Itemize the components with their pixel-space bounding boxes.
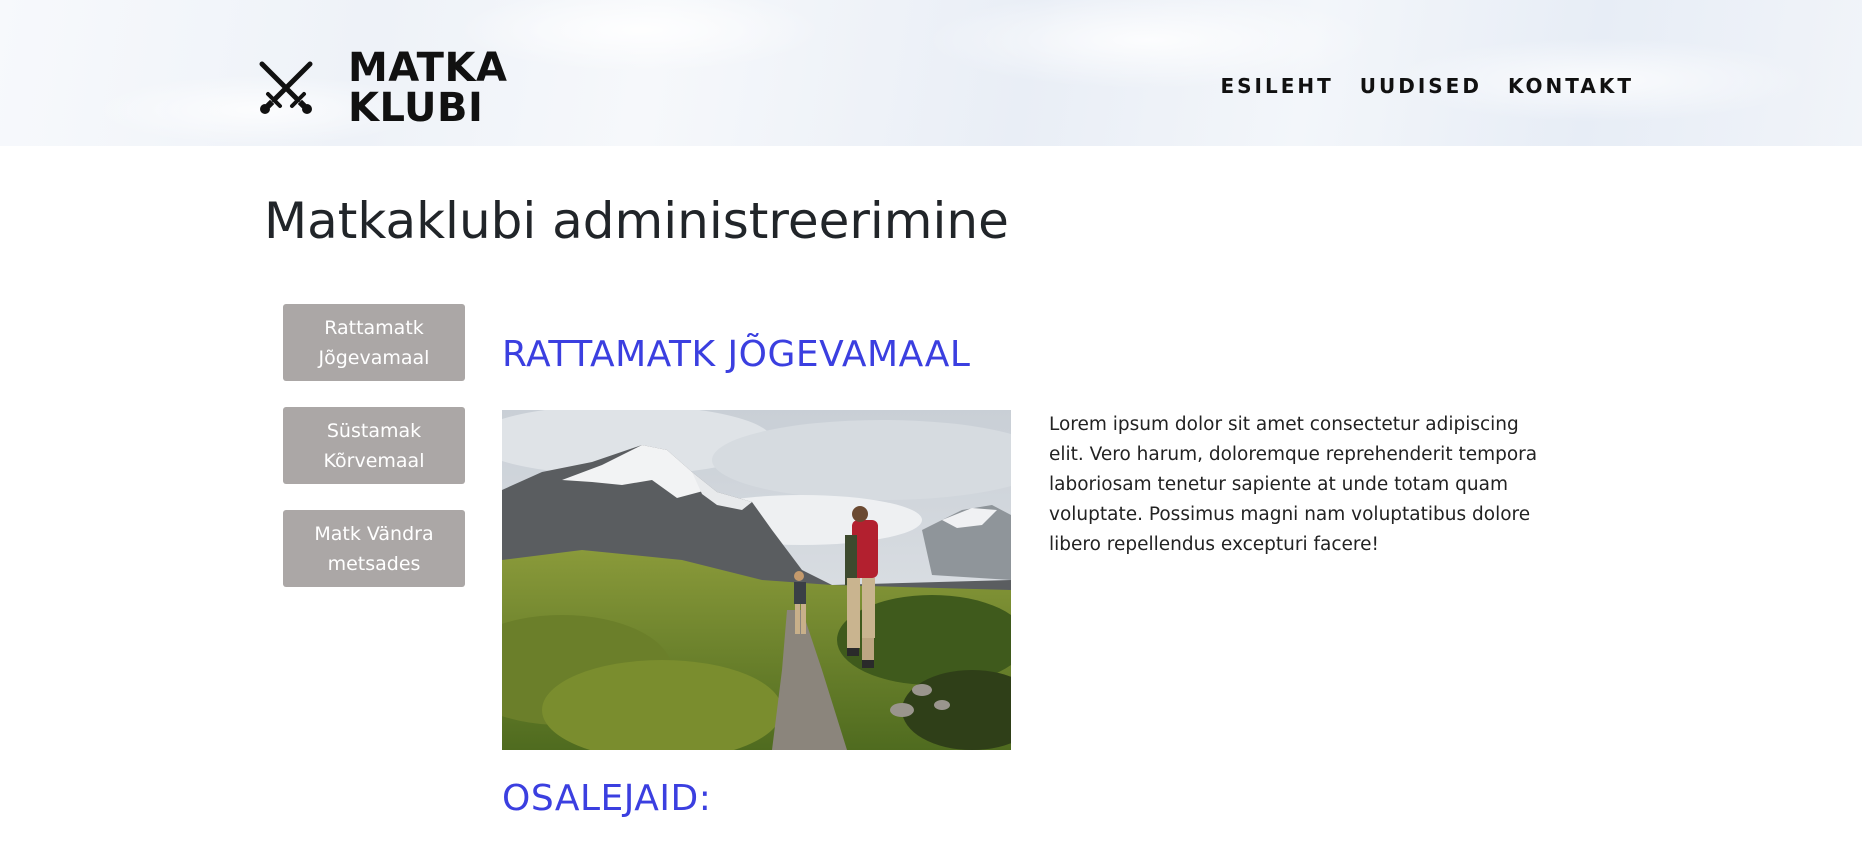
site-header: MATKA KLUBI ESILEHT UUDISED KONTAKT xyxy=(0,0,1862,146)
trip-label-line-2: Kõrvemaal xyxy=(323,449,425,472)
trip-label-line-2: metsades xyxy=(327,552,421,575)
nav-link-esileht[interactable]: ESILEHT xyxy=(1220,74,1333,98)
trip-button-label: Matk Vändra metsades xyxy=(314,519,433,579)
trip-button-matk-vandra[interactable]: Matk Vändra metsades xyxy=(283,510,465,587)
trip-sidebar: Rattamatk Jõgevamaal Süstamak Kõrvemaal … xyxy=(283,304,465,613)
trip-button-label: Rattamatk Jõgevamaal xyxy=(319,313,430,373)
participants-heading: OSALEJAID: xyxy=(502,778,712,819)
main-nav: ESILEHT UUDISED KONTAKT xyxy=(1220,74,1634,98)
trip-label-line-2: Jõgevamaal xyxy=(318,346,430,369)
trip-label-line-1: Süstamak xyxy=(326,419,422,442)
site-logo[interactable]: MATKA KLUBI xyxy=(254,48,514,128)
trip-label-line-1: Matk Vändra xyxy=(314,522,434,545)
trip-description: Lorem ipsum dolor sit amet consectetur a… xyxy=(1049,414,1538,555)
nav-link-kontakt[interactable]: KONTAKT xyxy=(1508,74,1634,98)
trip-button-sustamak[interactable]: Süstamak Kõrvemaal xyxy=(283,407,465,484)
logo-line-2: KLUBI xyxy=(348,85,484,131)
logo-line-1: MATKA xyxy=(348,45,508,91)
crossed-swords-icon xyxy=(259,61,313,114)
trip-label-line-1: Rattamatk xyxy=(324,316,424,339)
trip-button-label: Süstamak Kõrvemaal xyxy=(324,416,425,476)
page-title: Matkaklubi administreerimine xyxy=(264,192,1009,250)
trip-title: RATTAMATK JÕGEVAMAAL xyxy=(502,334,971,375)
logo-text: MATKA KLUBI xyxy=(348,48,507,128)
nav-link-uudised[interactable]: UUDISED xyxy=(1360,74,1482,98)
trip-button-rattamatk[interactable]: Rattamatk Jõgevamaal xyxy=(283,304,465,381)
trip-photo xyxy=(502,410,1011,750)
